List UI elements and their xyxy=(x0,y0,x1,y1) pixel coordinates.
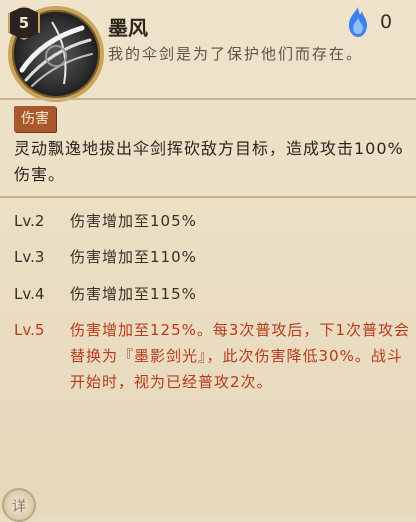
divider xyxy=(0,98,416,100)
level-label: Lv.2 xyxy=(14,212,45,230)
divider xyxy=(0,196,416,198)
damage-tag: 伤害 xyxy=(14,106,56,132)
level-label: Lv.5 xyxy=(14,321,45,339)
energy-cost: 0 xyxy=(380,11,393,33)
level-text: 伤害增加至125%。每3次普攻后，下1次普攻会替换为『墨影剑光』，此次伤害降低3… xyxy=(70,321,410,391)
skill-quote: 我的伞剑是为了保护他们而存在。 xyxy=(108,45,364,63)
level-label: Lv.4 xyxy=(14,285,45,303)
blue-flame-icon xyxy=(349,7,367,37)
skill-name: 墨风 xyxy=(108,16,148,40)
level-text: 伤害增加至110% xyxy=(70,248,197,266)
level-label: Lv.3 xyxy=(14,248,45,266)
level-text: 伤害增加至105% xyxy=(70,212,197,230)
level-text: 伤害增加至115% xyxy=(70,285,197,303)
detail-button[interactable]: 详 xyxy=(2,488,36,522)
skill-detail-panel: 5 墨风 我的伞剑是为了保护他们而存在。 0 伤害 灵动飘逸地拔出伞剑挥砍敌方目… xyxy=(0,0,416,522)
skill-description: 灵动飘逸地拔出伞剑挥砍敌方目标，造成攻击100%伤害。 xyxy=(14,139,404,184)
